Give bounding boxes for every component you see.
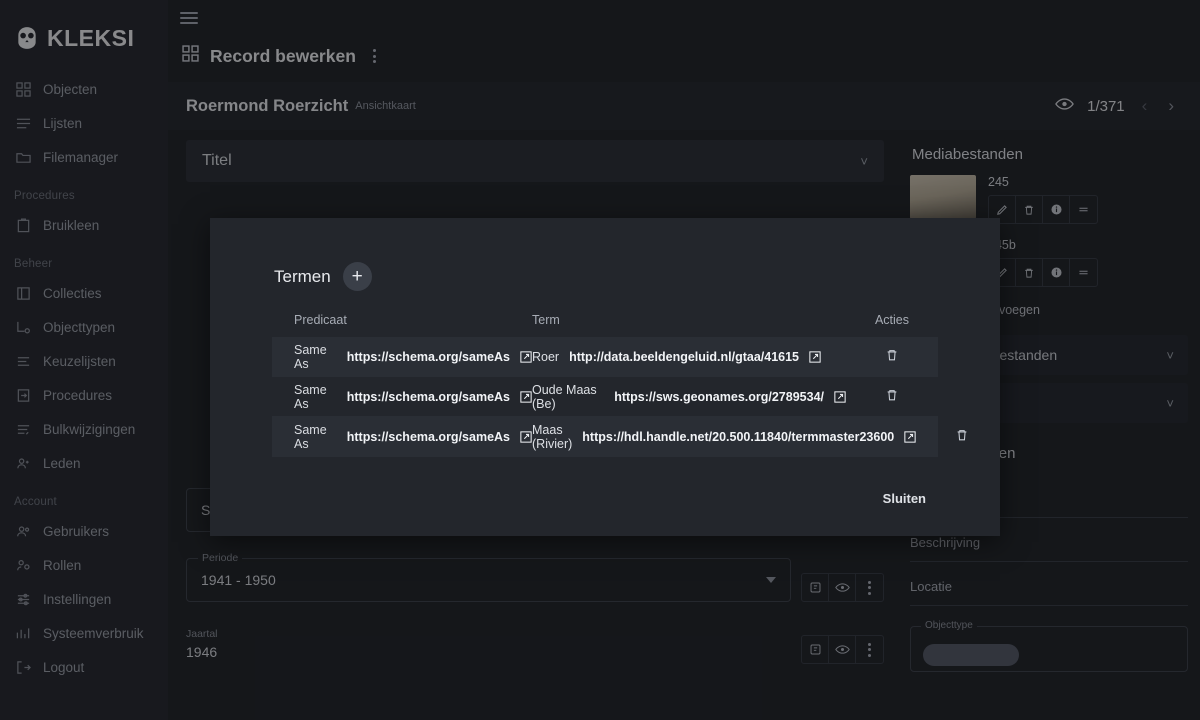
- external-link-icon[interactable]: [520, 391, 532, 403]
- predicate-label: Same As: [294, 343, 337, 371]
- external-link-icon[interactable]: [904, 431, 916, 443]
- external-link-icon[interactable]: [520, 351, 532, 363]
- dialog-footer: Sluiten: [242, 483, 968, 536]
- column-header-predicaat: Predicaat: [272, 313, 532, 327]
- delete-row-button[interactable]: [885, 351, 899, 365]
- app-root: KLEKSI Objecten Lijsten: [0, 0, 1200, 720]
- table-header: Predicaat Term Acties: [272, 313, 938, 337]
- term-url: https://sws.geonames.org/2789534/: [614, 390, 824, 404]
- predicate-url: https://schema.org/sameAs: [347, 390, 510, 404]
- external-link-icon[interactable]: [809, 351, 821, 363]
- termen-dialog: Termen + Predicaat Term Acties Same As h…: [210, 218, 1000, 536]
- predicate-url: https://schema.org/sameAs: [347, 430, 510, 444]
- term-url: http://data.beeldengeluid.nl/gtaa/41615: [569, 350, 799, 364]
- external-link-icon[interactable]: [834, 391, 846, 403]
- predicate-label: Same As: [294, 423, 337, 451]
- table-row: Same As https://schema.org/sameAs Oude M…: [272, 377, 938, 417]
- predicate-url: https://schema.org/sameAs: [347, 350, 510, 364]
- term-url: https://hdl.handle.net/20.500.11840/term…: [582, 430, 894, 444]
- predicate-label: Same As: [294, 383, 337, 411]
- termen-table: Predicaat Term Acties Same As https://sc…: [272, 313, 938, 457]
- dialog-title: Termen: [274, 267, 331, 287]
- term-label: Oude Maas (Be): [532, 383, 604, 411]
- add-term-button[interactable]: +: [343, 262, 372, 291]
- dialog-header: Termen +: [242, 218, 968, 291]
- term-label: Maas (Rivier): [532, 423, 572, 451]
- term-label: Roer: [532, 350, 559, 364]
- column-header-acties: Acties: [846, 313, 938, 327]
- external-link-icon[interactable]: [520, 431, 532, 443]
- table-row: Same As https://schema.org/sameAs Roer h…: [272, 337, 938, 377]
- close-dialog-button[interactable]: Sluiten: [871, 483, 938, 514]
- delete-row-button[interactable]: [885, 391, 899, 405]
- delete-row-button[interactable]: [955, 431, 969, 445]
- table-row: Same As https://schema.org/sameAs Maas (…: [272, 417, 938, 457]
- column-header-term: Term: [532, 313, 846, 327]
